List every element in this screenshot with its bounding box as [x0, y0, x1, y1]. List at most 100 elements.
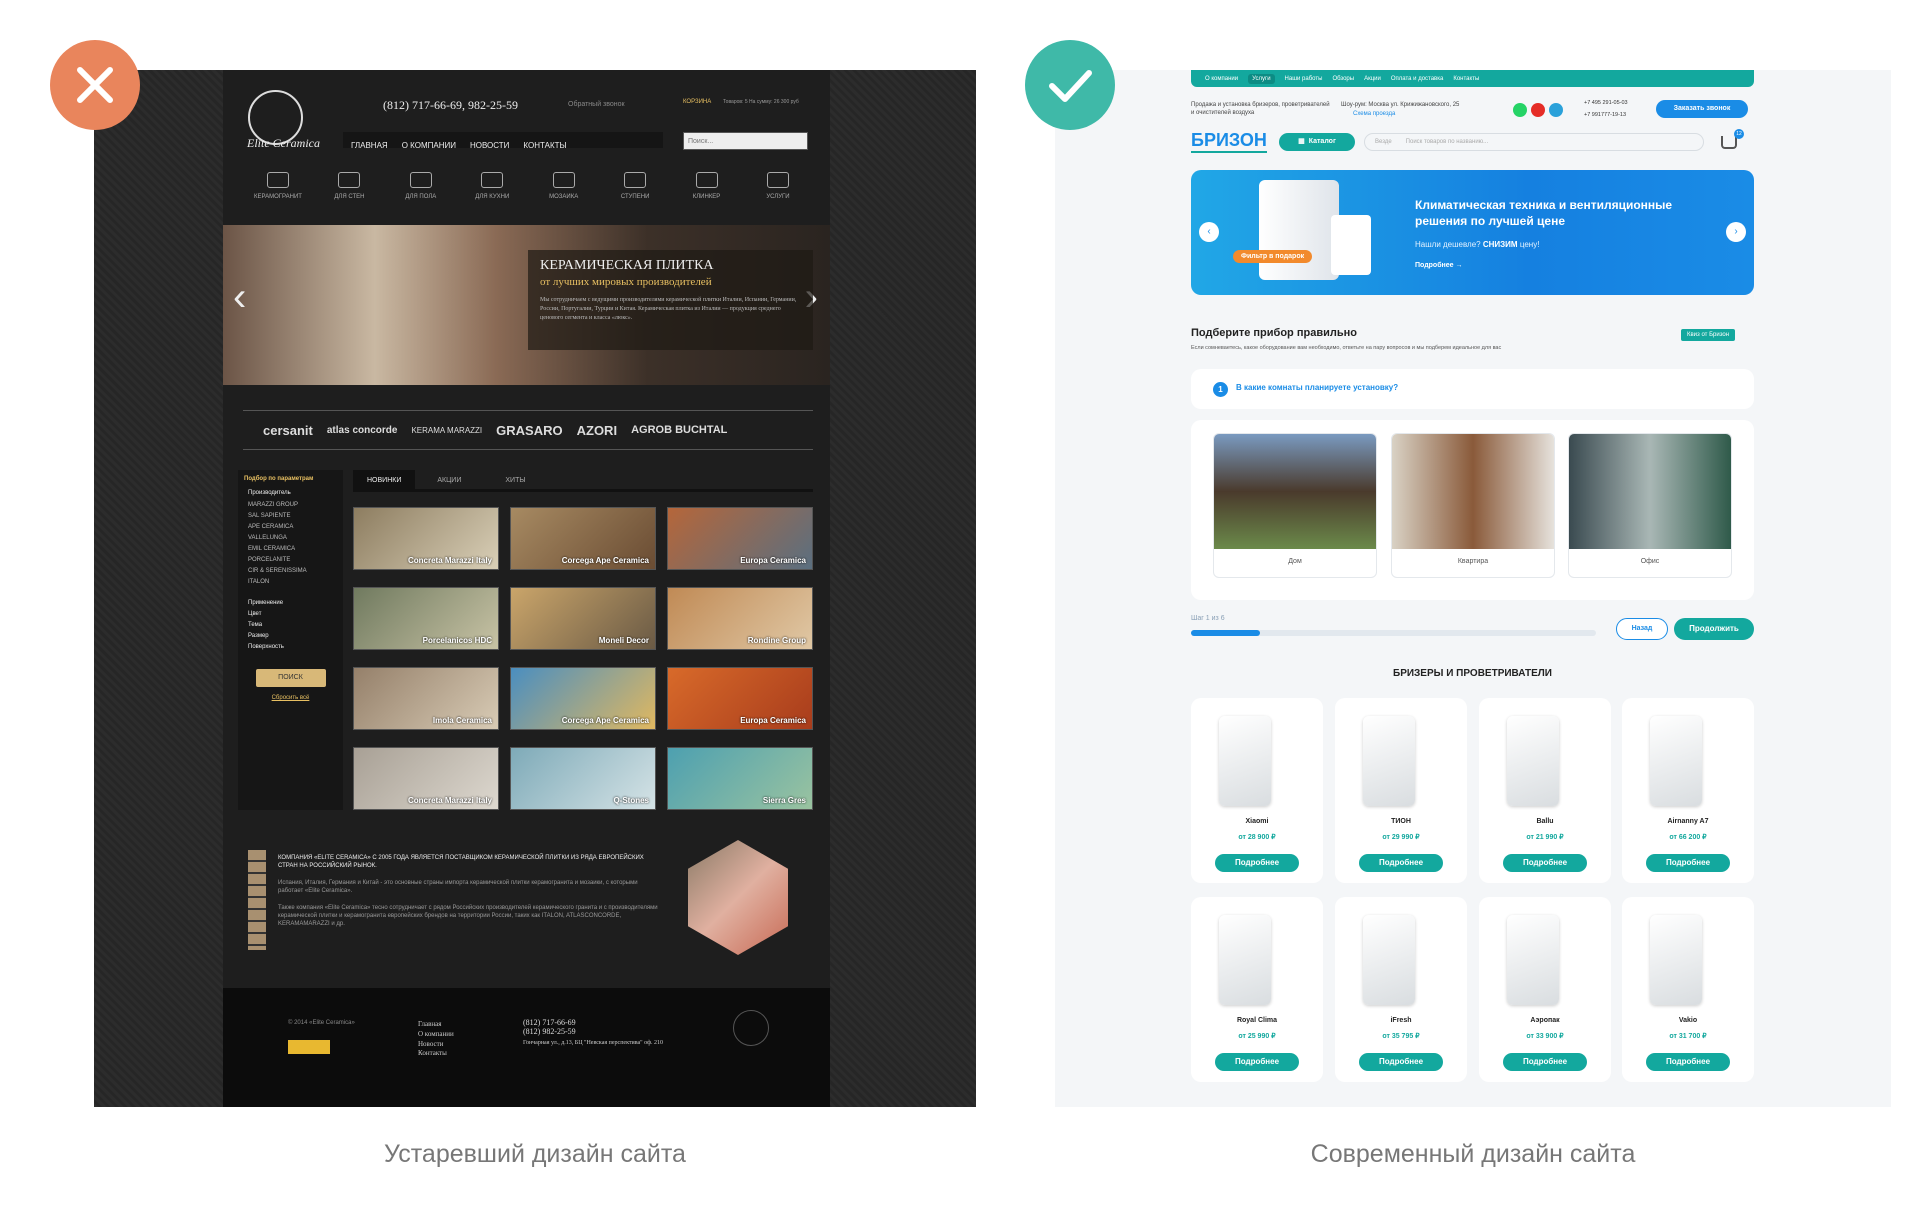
product-more-button[interactable]: Подробнее: [1646, 1053, 1730, 1071]
old-tab-new[interactable]: НОВИНКИ: [353, 470, 416, 489]
product-tile[interactable]: Imola Ceramica: [353, 667, 499, 730]
product-tile[interactable]: Corcega Ape Ceramica: [510, 667, 656, 730]
maker-checkbox[interactable]: MARAZZI GROUP: [248, 502, 333, 508]
old-nav-contacts[interactable]: КОНТАКТЫ: [523, 141, 566, 150]
brand-grasaro[interactable]: GRASARO: [496, 423, 562, 438]
maker-checkbox[interactable]: VALLELUNGA: [248, 535, 333, 541]
room-option-apartment[interactable]: Квартира: [1391, 433, 1555, 578]
product-tile[interactable]: Corcega Ape Ceramica: [510, 507, 656, 570]
catalog-button[interactable]: ▦ Каталог: [1279, 133, 1355, 151]
new-address-link[interactable]: Схема проезда: [1353, 111, 1395, 117]
product-more-button[interactable]: Подробнее: [1359, 854, 1443, 872]
old-cat-porcelain[interactable]: КЕРАМОГРАНИТ: [248, 172, 308, 200]
brand-azori[interactable]: AZORI: [577, 423, 617, 438]
quiz-next-button[interactable]: Продолжить: [1674, 618, 1754, 640]
old-cat-kitchen[interactable]: ДЛЯ КУХНИ: [462, 172, 522, 200]
old-cat-services[interactable]: УСЛУГИ: [748, 172, 808, 200]
new-logo[interactable]: БРИЗОН: [1191, 130, 1267, 153]
product-tile[interactable]: Moneli Decor: [510, 587, 656, 650]
product-card[interactable]: Аэропак от 33 900 ₽ Подробнее: [1479, 897, 1611, 1082]
product-tile[interactable]: Europa Ceramica: [667, 667, 813, 730]
new-phone-2[interactable]: +7 991777-19-13: [1584, 112, 1626, 118]
old-cat-clinker[interactable]: КЛИНКЕР: [677, 172, 737, 200]
filter-usage[interactable]: Применение: [248, 600, 333, 606]
old-cat-mosaic[interactable]: МОЗАИКА: [534, 172, 594, 200]
product-tile[interactable]: Concreta Marazzi Italy: [353, 747, 499, 810]
whatsapp-icon[interactable]: [1513, 103, 1527, 117]
old-tab-sale[interactable]: АКЦИИ: [415, 470, 483, 489]
footer-link-news[interactable]: Новости: [418, 1040, 454, 1050]
product-tile[interactable]: Q-Stones: [510, 747, 656, 810]
maker-checkbox[interactable]: APE CERAMICA: [248, 524, 333, 530]
menu-contacts[interactable]: Контакты: [1453, 76, 1479, 82]
new-phone-1[interactable]: +7 495 291-05-03: [1584, 100, 1628, 106]
search-scope-select[interactable]: Везде: [1375, 139, 1392, 145]
product-more-button[interactable]: Подробнее: [1215, 854, 1299, 872]
old-nav-home[interactable]: ГЛАВНАЯ: [351, 141, 388, 150]
old-search-button[interactable]: ПОИСК: [255, 669, 326, 687]
old-nav-news[interactable]: НОВОСТИ: [470, 141, 509, 150]
old-banner-prev[interactable]: ‹: [233, 275, 246, 320]
footer-link-about[interactable]: О компании: [418, 1030, 454, 1040]
product-card[interactable]: ТИОН от 29 990 ₽ Подробнее: [1335, 698, 1467, 883]
product-tile[interactable]: Europa Ceramica: [667, 507, 813, 570]
product-more-button[interactable]: Подробнее: [1215, 1053, 1299, 1071]
old-cat-steps[interactable]: СТУПЕНИ: [605, 172, 665, 200]
product-more-button[interactable]: Подробнее: [1503, 1053, 1587, 1071]
filter-theme[interactable]: Тема: [248, 622, 333, 628]
quiz-back-button[interactable]: Назад: [1616, 618, 1668, 640]
product-more-button[interactable]: Подробнее: [1646, 854, 1730, 872]
footer-link-contacts[interactable]: Контакты: [418, 1049, 454, 1059]
menu-about[interactable]: О компании: [1205, 76, 1238, 82]
product-tile[interactable]: Concreta Marazzi Italy: [353, 507, 499, 570]
product-card[interactable]: iFresh от 35 795 ₽ Подробнее: [1335, 897, 1467, 1082]
maker-checkbox[interactable]: SAL SAPIENTE: [248, 513, 333, 519]
brand-cersanit[interactable]: cersanit: [263, 423, 313, 438]
product-card[interactable]: Ballu от 21 990 ₽ Подробнее: [1479, 698, 1611, 883]
hero-prev-arrow[interactable]: ‹: [1199, 222, 1219, 242]
old-search-input[interactable]: [683, 132, 808, 150]
filter-size[interactable]: Размер: [248, 633, 333, 639]
youtube-icon[interactable]: [1531, 103, 1545, 117]
hero-next-arrow[interactable]: ›: [1726, 222, 1746, 242]
old-tab-hits[interactable]: ХИТЫ: [483, 470, 547, 489]
product-card[interactable]: Royal Clima от 25 990 ₽ Подробнее: [1191, 897, 1323, 1082]
filter-color[interactable]: Цвет: [248, 611, 333, 617]
maker-checkbox[interactable]: ITALON: [248, 579, 333, 585]
product-tile[interactable]: Porcelanicos HDC: [353, 587, 499, 650]
old-cat-walls[interactable]: ДЛЯ СТЕН: [319, 172, 379, 200]
new-search-input[interactable]: Поиск товаров по названию...: [1406, 139, 1489, 145]
footer-link-home[interactable]: Главная: [418, 1020, 454, 1030]
brand-agrob[interactable]: AGROB BUCHTAL: [631, 424, 727, 436]
hero-more-link[interactable]: Подробнее →: [1415, 262, 1463, 269]
room-option-office[interactable]: Офис: [1568, 433, 1732, 578]
filter-surface[interactable]: Поверхность: [248, 644, 333, 650]
telegram-icon[interactable]: [1549, 103, 1563, 117]
old-cat-floor[interactable]: ДЛЯ ПОЛА: [391, 172, 451, 200]
product-more-button[interactable]: Подробнее: [1359, 1053, 1443, 1071]
old-nav-about[interactable]: О КОМПАНИИ: [402, 141, 456, 150]
old-cart[interactable]: КОРЗИНА: [683, 99, 711, 105]
maker-checkbox[interactable]: EMIL CERAMICA: [248, 546, 333, 552]
brand-kerama[interactable]: KERAMA MARAZZI: [411, 426, 482, 435]
menu-services[interactable]: Услуги: [1248, 73, 1275, 84]
product-card[interactable]: Xiaomi от 28 900 ₽ Подробнее: [1191, 698, 1323, 883]
menu-works[interactable]: Наши работы: [1285, 76, 1323, 82]
maker-checkbox[interactable]: PORCELANITE: [248, 557, 333, 563]
old-callback-link[interactable]: Обратный звонок: [568, 101, 625, 108]
product-card[interactable]: Airnanny A7 от 66 200 ₽ Подробнее: [1622, 698, 1754, 883]
product-more-button[interactable]: Подробнее: [1503, 854, 1587, 872]
room-option-house[interactable]: Дом: [1213, 433, 1377, 578]
menu-delivery[interactable]: Оплата и доставка: [1391, 76, 1443, 82]
call-request-button[interactable]: Заказать звонок: [1656, 100, 1748, 118]
cart-icon[interactable]: [1721, 136, 1737, 149]
menu-sales[interactable]: Акции: [1364, 76, 1381, 82]
maker-checkbox[interactable]: CIR & SERENISSIMA: [248, 568, 333, 574]
menu-reviews[interactable]: Обзоры: [1332, 76, 1354, 82]
new-search-bar[interactable]: Везде Поиск товаров по названию...: [1364, 133, 1704, 151]
product-tile[interactable]: Rondine Group: [667, 587, 813, 650]
brand-atlas[interactable]: atlas concorde: [327, 425, 398, 436]
old-reset-link[interactable]: Сбросить всё: [238, 695, 343, 701]
product-card[interactable]: Vakio от 31 700 ₽ Подробнее: [1622, 897, 1754, 1082]
product-tile[interactable]: Sierra Gres: [667, 747, 813, 810]
